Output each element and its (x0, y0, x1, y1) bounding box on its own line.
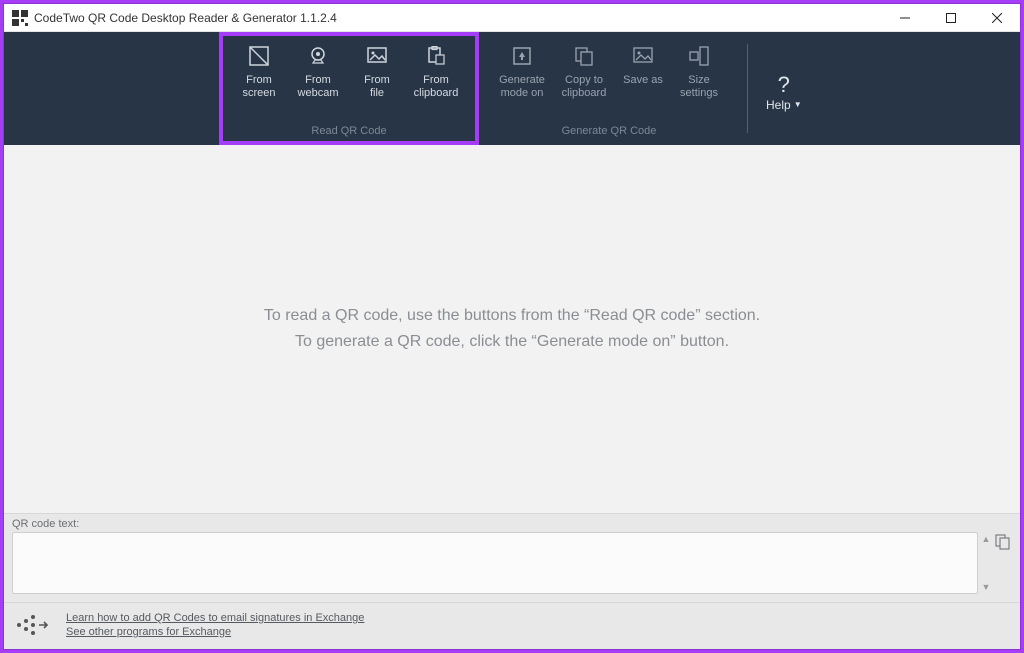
footer-link-other-programs[interactable]: See other programs for Exchange (66, 626, 364, 638)
scroll-up-icon: ▲ (982, 534, 991, 544)
app-icon (12, 10, 28, 26)
from-clipboard-button[interactable]: From clipboard (405, 38, 467, 100)
ribbon-group-generate-caption: Generate QR Code (562, 125, 657, 141)
textarea-scroll[interactable]: ▲ ▼ (978, 532, 994, 594)
ribbon-group-generate: Generate mode on Copy to clipboard Save … (479, 32, 739, 145)
generate-icon (510, 44, 534, 68)
clipboard-paste-icon (424, 44, 448, 68)
qr-text-panel: QR code text: ▲ ▼ (4, 513, 1020, 602)
ribbon-group-read: From screen From webcam From file (219, 32, 479, 145)
copy-to-clipboard-button[interactable]: Copy to clipboard (553, 38, 615, 100)
instruction-message: To read a QR code, use the buttons from … (4, 145, 1020, 513)
maximize-button[interactable] (928, 4, 974, 32)
chevron-down-icon: ▼ (794, 100, 802, 109)
screen-capture-icon (247, 44, 271, 68)
copy-qr-text-button[interactable] (994, 532, 1012, 594)
from-webcam-button[interactable]: From webcam (287, 38, 349, 100)
save-as-button[interactable]: Save as (615, 38, 671, 100)
footer-link-exchange-signatures[interactable]: Learn how to add QR Codes to email signa… (66, 612, 364, 624)
ribbon-group-read-caption: Read QR Code (311, 125, 386, 141)
application-window: CodeTwo QR Code Desktop Reader & Generat… (4, 4, 1020, 649)
minimize-button[interactable] (882, 4, 928, 32)
help-icon: ? (778, 72, 790, 98)
resize-icon (687, 44, 711, 68)
generate-mode-on-button[interactable]: Generate mode on (491, 38, 553, 100)
clipboard-copy-icon (572, 44, 596, 68)
close-button[interactable] (974, 4, 1020, 32)
from-file-button[interactable]: From file (349, 38, 405, 100)
instruction-line-1: To read a QR code, use the buttons from … (264, 303, 760, 329)
toolbar-ribbon: From screen From webcam From file (4, 32, 1020, 145)
from-screen-button[interactable]: From screen (231, 38, 287, 100)
title-bar: CodeTwo QR Code Desktop Reader & Generat… (4, 4, 1020, 32)
content-area: To read a QR code, use the buttons from … (4, 145, 1020, 649)
footer-promo: Learn how to add QR Codes to email signa… (4, 602, 1020, 649)
scroll-down-icon: ▼ (982, 582, 991, 592)
qr-text-label: QR code text: (12, 518, 1012, 530)
size-settings-button[interactable]: Size settings (671, 38, 727, 100)
ribbon-separator (747, 44, 748, 133)
window-title: CodeTwo QR Code Desktop Reader & Generat… (34, 11, 337, 25)
image-file-icon (365, 44, 389, 68)
save-image-icon (631, 44, 655, 68)
help-dropdown-button[interactable]: ? Help ▼ (756, 38, 812, 145)
promo-arrow-icon (14, 609, 50, 641)
qr-text-input[interactable] (12, 532, 978, 594)
webcam-icon (306, 44, 330, 68)
instruction-line-2: To generate a QR code, click the “Genera… (295, 329, 729, 355)
